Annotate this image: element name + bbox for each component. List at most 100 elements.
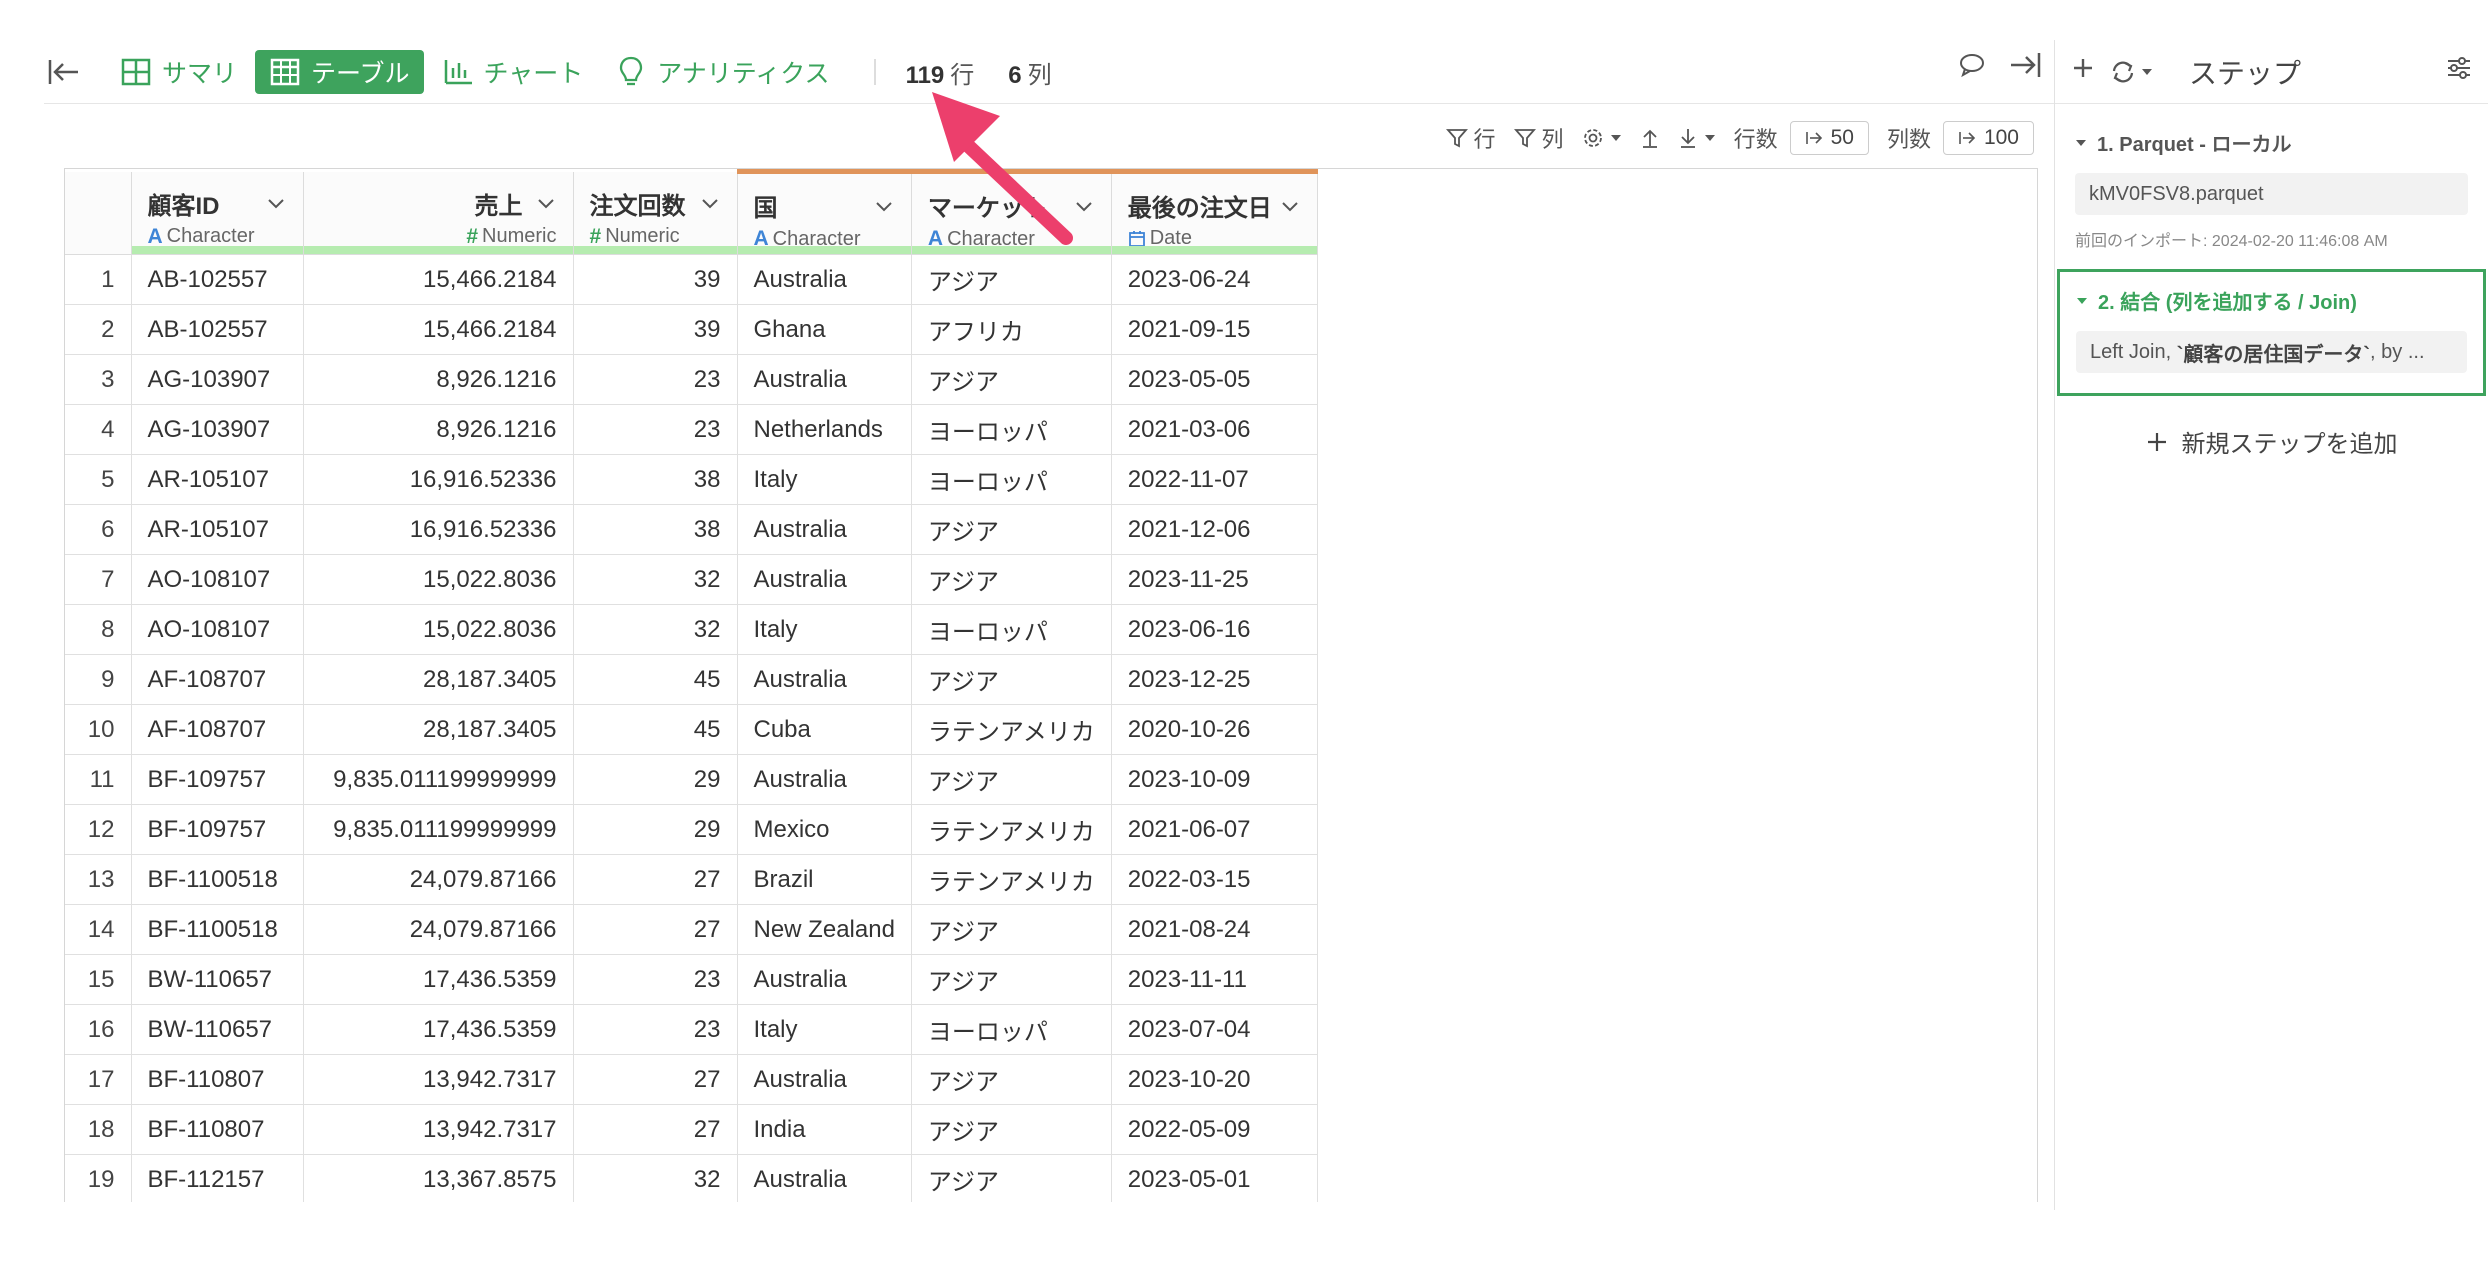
table-cell[interactable]: 8,926.1216 <box>303 404 574 455</box>
table-cell[interactable]: 38 <box>573 504 738 555</box>
tab-analytics[interactable]: アナリティクス <box>601 50 843 94</box>
table-cell[interactable]: 2023-06-16 <box>1111 604 1318 655</box>
table-cell[interactable]: 28,187.3405 <box>303 704 574 755</box>
table-cell[interactable]: 2021-03-06 <box>1111 404 1318 455</box>
refresh-dropdown[interactable] <box>2109 59 2153 85</box>
table-cell[interactable]: 15,022.8036 <box>303 604 574 655</box>
column-header-country[interactable]: 国 A Character <box>737 169 912 255</box>
table-cell[interactable]: 38 <box>573 454 738 505</box>
table-cell[interactable]: ヨーロッパ <box>911 1004 1112 1055</box>
table-cell[interactable]: AB-102557 <box>131 304 304 355</box>
table-row[interactable]: 8 AO-108107 15,022.8036 32 Italy ヨーロッパ 2023-06… <box>65 604 1350 655</box>
table-row[interactable]: 4 AG-103907 8,926.1216 23 Netherlands ヨーロッパ 20… <box>65 404 1350 455</box>
table-cell[interactable]: Australia <box>737 1054 912 1105</box>
table-cell[interactable]: Australia <box>737 754 912 805</box>
table-cell[interactable]: 2022-05-09 <box>1111 1104 1318 1155</box>
table-cell[interactable]: BF-112157 <box>131 1154 304 1202</box>
table-cell[interactable]: 2022-03-15 <box>1111 854 1318 905</box>
table-cell[interactable]: 2021-08-24 <box>1111 904 1318 955</box>
chevron-down-icon[interactable] <box>699 192 721 214</box>
table-cell[interactable]: 32 <box>573 604 738 655</box>
table-row[interactable]: 11 BF-109757 9,835.011199999999 29 Australia… <box>65 754 1350 805</box>
table-cell[interactable]: 15,466.2184 <box>303 304 574 355</box>
table-cell[interactable]: 15,022.8036 <box>303 554 574 605</box>
table-cell[interactable]: 2021-06-07 <box>1111 804 1318 855</box>
table-cell[interactable]: Mexico <box>737 804 912 855</box>
table-cell[interactable]: 45 <box>573 654 738 705</box>
table-cell[interactable]: Ghana <box>737 304 912 355</box>
table-cell[interactable]: アフリカ <box>911 304 1112 355</box>
table-cell[interactable]: 16,916.52336 <box>303 454 574 505</box>
step-join[interactable]: 2. 結合 (列を追加する / Join) Left Join, `顧客の居住国… <box>2057 269 2486 396</box>
table-cell[interactable]: 23 <box>573 954 738 1005</box>
table-row[interactable]: 16 BW-110657 17,436.5359 23 Italy ヨーロッパ 2023-0… <box>65 1004 1350 1055</box>
table-cell[interactable]: 13,367.8575 <box>303 1154 574 1202</box>
table-cell[interactable]: AR-105107 <box>131 454 304 505</box>
table-row[interactable]: 19 BF-112157 13,367.8575 32 Australia アジア 2023… <box>65 1154 1350 1202</box>
table-cell[interactable]: BF-110807 <box>131 1054 304 1105</box>
table-cell[interactable]: 23 <box>573 1004 738 1055</box>
table-cell[interactable]: アジア <box>911 654 1112 705</box>
table-row[interactable]: 1 AB-102557 15,466.2184 39 Australia アジア 2023-… <box>65 254 1350 305</box>
upload-button[interactable] <box>1640 127 1660 149</box>
table-cell[interactable]: ヨーロッパ <box>911 404 1112 455</box>
table-cell[interactable]: 17,436.5359 <box>303 1004 574 1055</box>
table-cell[interactable]: 2023-11-11 <box>1111 954 1318 1005</box>
column-header-sales[interactable]: 売上 # Numeric <box>303 171 574 255</box>
table-cell[interactable]: ラテンアメリカ <box>911 854 1112 905</box>
comment-button[interactable] <box>1958 52 1986 83</box>
table-cell[interactable]: 29 <box>573 754 738 805</box>
table-cell[interactable]: 9,835.011199999999 <box>303 804 574 855</box>
table-cell[interactable]: AF-108707 <box>131 704 304 755</box>
add-new-step-button[interactable]: 新規ステップを追加 <box>2055 424 2488 459</box>
table-cell[interactable]: 2023-05-01 <box>1111 1154 1318 1202</box>
chevron-down-icon[interactable] <box>1073 195 1095 217</box>
table-cell[interactable]: AO-108107 <box>131 604 304 655</box>
table-cell[interactable]: 32 <box>573 1154 738 1202</box>
table-cell[interactable]: Australia <box>737 504 912 555</box>
table-cell[interactable]: 27 <box>573 854 738 905</box>
table-cell[interactable]: Italy <box>737 454 912 505</box>
table-cell[interactable]: Australia <box>737 554 912 605</box>
table-cell[interactable]: 9,835.011199999999 <box>303 754 574 805</box>
table-cell[interactable]: ラテンアメリカ <box>911 804 1112 855</box>
table-cell[interactable]: ラテンアメリカ <box>911 704 1112 755</box>
table-cell[interactable]: 32 <box>573 554 738 605</box>
table-cell[interactable]: AG-103907 <box>131 404 304 455</box>
table-cell[interactable]: アジア <box>911 954 1112 1005</box>
row-filter-button[interactable]: 行 <box>1445 122 1496 154</box>
table-row[interactable]: 6 AR-105107 16,916.52336 38 Australia アジア 2021… <box>65 504 1350 555</box>
table-row[interactable]: 9 AF-108707 28,187.3405 45 Australia アジア 2023-… <box>65 654 1350 705</box>
table-cell[interactable]: Italy <box>737 1004 912 1055</box>
table-cell[interactable]: India <box>737 1104 912 1155</box>
chevron-down-icon[interactable] <box>873 195 895 217</box>
table-cell[interactable]: Italy <box>737 604 912 655</box>
table-cell[interactable]: BF-109757 <box>131 754 304 805</box>
table-cell[interactable]: 2023-11-25 <box>1111 554 1318 605</box>
table-cell[interactable]: 23 <box>573 404 738 455</box>
table-cell[interactable]: 2021-09-15 <box>1111 304 1318 355</box>
table-cell[interactable]: 17,436.5359 <box>303 954 574 1005</box>
table-cell[interactable]: 28,187.3405 <box>303 654 574 705</box>
table-cell[interactable]: Australia <box>737 354 912 405</box>
table-cell[interactable]: 39 <box>573 254 738 305</box>
table-row[interactable]: 17 BF-110807 13,942.7317 27 Australia アジア 2023… <box>65 1054 1350 1105</box>
chevron-down-icon[interactable] <box>265 192 287 214</box>
table-cell[interactable]: 39 <box>573 304 738 355</box>
table-row[interactable]: 2 AB-102557 15,466.2184 39 Ghana アフリカ 2021-09-… <box>65 304 1350 355</box>
table-cell[interactable]: BF-110807 <box>131 1104 304 1155</box>
table-cell[interactable]: 27 <box>573 1054 738 1105</box>
table-cell[interactable]: BF-1100518 <box>131 904 304 955</box>
table-cell[interactable]: Australia <box>737 954 912 1005</box>
table-cell[interactable]: アジア <box>911 354 1112 405</box>
table-cell[interactable]: 2023-12-25 <box>1111 654 1318 705</box>
table-cell[interactable]: 2023-05-05 <box>1111 354 1318 405</box>
table-cell[interactable]: New Zealand <box>737 904 912 955</box>
table-row[interactable]: 13 BF-1100518 24,079.87166 27 Brazil ラテンアメリカ 2… <box>65 854 1350 905</box>
table-cell[interactable]: AR-105107 <box>131 504 304 555</box>
table-cell[interactable]: アジア <box>911 1154 1112 1202</box>
table-row[interactable]: 7 AO-108107 15,022.8036 32 Australia アジア 2023-… <box>65 554 1350 605</box>
column-header-customer-id[interactable]: 顧客ID A Character <box>131 171 304 255</box>
collapse-right-button[interactable] <box>2008 50 2042 85</box>
table-cell[interactable]: 45 <box>573 704 738 755</box>
